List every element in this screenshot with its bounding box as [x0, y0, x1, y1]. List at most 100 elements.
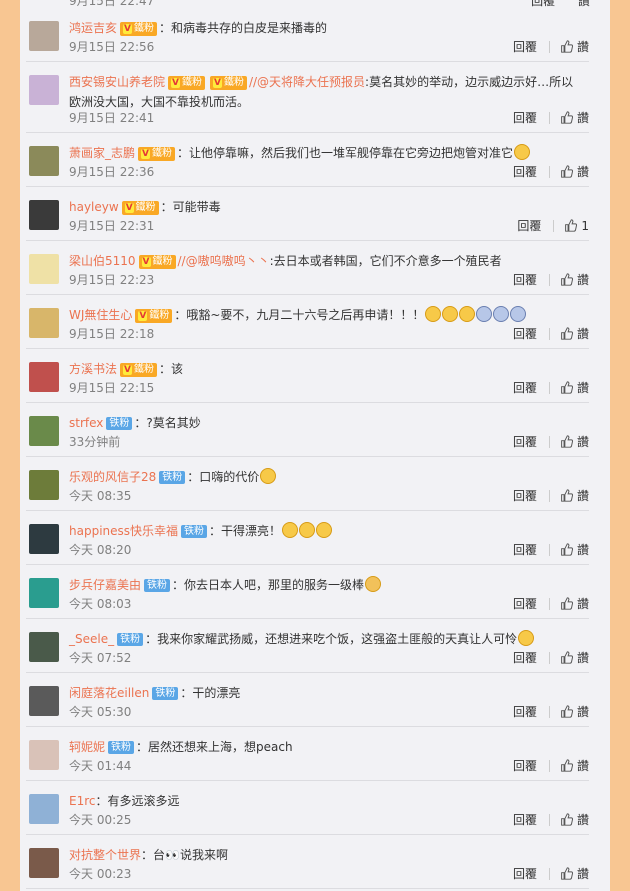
- reply-button[interactable]: 回覆: [513, 649, 537, 666]
- like-button[interactable]: 讚: [577, 811, 589, 828]
- username-link[interactable]: 乐观的风信子28: [69, 470, 156, 484]
- username-link[interactable]: 步兵仔嘉美由: [69, 578, 141, 592]
- username-link[interactable]: happiness快乐幸福: [69, 524, 178, 538]
- reply-button[interactable]: 回覆: [513, 109, 537, 126]
- reply-button[interactable]: 回覆: [513, 38, 537, 55]
- username-link[interactable]: 方溪书法: [69, 362, 117, 376]
- like-button[interactable]: 讚: [577, 271, 589, 288]
- thumbs-up-icon[interactable]: [560, 705, 574, 718]
- like-button[interactable]: 讚: [577, 757, 589, 774]
- avatar[interactable]: [29, 578, 59, 608]
- fan-badge[interactable]: 铁粉: [144, 579, 171, 592]
- reply-button[interactable]: 回覆: [513, 811, 537, 828]
- reply-button[interactable]: 回覆: [513, 163, 537, 180]
- avatar[interactable]: [29, 308, 59, 338]
- like-button[interactable]: 讚: [577, 109, 589, 126]
- fan-badge[interactable]: 铁粉: [108, 741, 135, 754]
- avatar[interactable]: [29, 416, 59, 446]
- comment-body: 乐观的风信子28 铁粉 ：口嗨的代价: [69, 467, 585, 487]
- username-link[interactable]: 对抗整个世界: [69, 848, 141, 862]
- reply-button[interactable]: 回覆: [513, 595, 537, 612]
- username-link[interactable]: 梁山伯5110: [69, 254, 136, 268]
- fan-badge[interactable]: 铁粉: [159, 471, 186, 484]
- like-button[interactable]: 讚: [577, 163, 589, 180]
- avatar[interactable]: [29, 254, 59, 284]
- thumbs-up-icon[interactable]: [560, 273, 574, 286]
- like-button[interactable]: 讚: [577, 649, 589, 666]
- avatar[interactable]: [29, 362, 59, 392]
- reply-button[interactable]: 回覆: [513, 379, 537, 396]
- thumbs-up-icon[interactable]: [560, 327, 574, 340]
- avatar[interactable]: [29, 21, 59, 51]
- fan-badge[interactable]: 鐵粉: [120, 363, 157, 377]
- like-button[interactable]: 讚: [577, 541, 589, 558]
- avatar[interactable]: [29, 200, 59, 230]
- username-link[interactable]: 西安锡安山养老院: [69, 75, 165, 89]
- fan-badge[interactable]: 鐵粉: [135, 309, 173, 323]
- thumbs-up-icon[interactable]: [560, 759, 574, 772]
- reply-button[interactable]: 回覆: [517, 217, 541, 234]
- avatar[interactable]: [29, 470, 59, 500]
- thumbs-up-icon[interactable]: [564, 219, 578, 232]
- fan-badge[interactable]: 铁粉: [106, 417, 133, 430]
- username-link[interactable]: 闲庭落花eillen: [69, 686, 149, 700]
- fan-badge[interactable]: 鐵粉: [121, 201, 159, 215]
- like-button[interactable]: 讚: [577, 595, 589, 612]
- like-button[interactable]: 讚: [577, 379, 589, 396]
- reply-button[interactable]: 回覆: [513, 433, 537, 450]
- like-button[interactable]: 1: [581, 219, 589, 233]
- thumbs-up-icon[interactable]: [560, 435, 574, 448]
- thumbs-up-icon[interactable]: [560, 381, 574, 394]
- mention-link[interactable]: //@天将降大任预报员: [249, 75, 365, 89]
- reply-button[interactable]: 回覆: [513, 271, 537, 288]
- reply-button[interactable]: 回覆: [513, 487, 537, 504]
- thumbs-up-icon[interactable]: [560, 867, 574, 880]
- username-link[interactable]: strfex: [69, 416, 103, 430]
- thumbs-up-icon[interactable]: [560, 111, 574, 124]
- thumbs-up-icon[interactable]: [560, 165, 574, 178]
- username-link[interactable]: 鸿运吉亥: [69, 21, 117, 35]
- fan-badge[interactable]: 铁粉: [152, 687, 179, 700]
- like-button[interactable]: 讚: [578, 0, 590, 8]
- fan-badge[interactable]: 鐵粉: [138, 255, 176, 269]
- username-link[interactable]: 轲妮妮: [69, 740, 105, 754]
- avatar[interactable]: [29, 75, 59, 105]
- fan-badge[interactable]: 铁粉: [181, 525, 208, 538]
- username-link[interactable]: _Seele_: [69, 632, 114, 646]
- avatar[interactable]: [29, 524, 59, 554]
- like-button[interactable]: 讚: [577, 325, 589, 342]
- fan-badge[interactable]: 铁粉: [117, 633, 144, 646]
- thumbs-up-icon[interactable]: [560, 597, 574, 610]
- thumbs-up-icon[interactable]: [560, 651, 574, 664]
- avatar[interactable]: [29, 686, 59, 716]
- thumbs-up-icon[interactable]: [560, 543, 574, 556]
- reply-button[interactable]: 回覆: [531, 0, 555, 8]
- like-button[interactable]: 讚: [577, 703, 589, 720]
- fan-badge[interactable]: 鐵粉: [120, 22, 157, 36]
- thumbs-up-icon[interactable]: [560, 813, 574, 826]
- fan-badge[interactable]: 鐵粉: [168, 76, 205, 90]
- username-link[interactable]: E1rc: [69, 794, 95, 808]
- avatar[interactable]: [29, 740, 59, 770]
- like-button[interactable]: 讚: [577, 38, 589, 55]
- like-button[interactable]: 讚: [577, 865, 589, 882]
- thumbs-up-icon[interactable]: [560, 40, 574, 53]
- username-link[interactable]: 萧画家_志鹏: [69, 146, 135, 160]
- avatar[interactable]: [29, 794, 59, 824]
- reply-button[interactable]: 回覆: [513, 865, 537, 882]
- avatar[interactable]: [29, 146, 59, 176]
- like-button[interactable]: 讚: [577, 487, 589, 504]
- avatar[interactable]: [29, 632, 59, 662]
- reply-button[interactable]: 回覆: [513, 325, 537, 342]
- like-button[interactable]: 讚: [577, 433, 589, 450]
- comment-time: 9月15日 22:18: [69, 327, 155, 341]
- username-link[interactable]: WJ無住生心: [69, 308, 132, 322]
- avatar[interactable]: [29, 848, 59, 878]
- reply-button[interactable]: 回覆: [513, 757, 537, 774]
- fan-badge[interactable]: 鐵粉: [138, 147, 175, 161]
- mention-link[interactable]: //@嗷呜嗷呜丶丶: [178, 254, 270, 268]
- reply-button[interactable]: 回覆: [513, 541, 537, 558]
- username-link[interactable]: hayleyw: [69, 200, 119, 214]
- reply-button[interactable]: 回覆: [513, 703, 537, 720]
- thumbs-up-icon[interactable]: [560, 489, 574, 502]
